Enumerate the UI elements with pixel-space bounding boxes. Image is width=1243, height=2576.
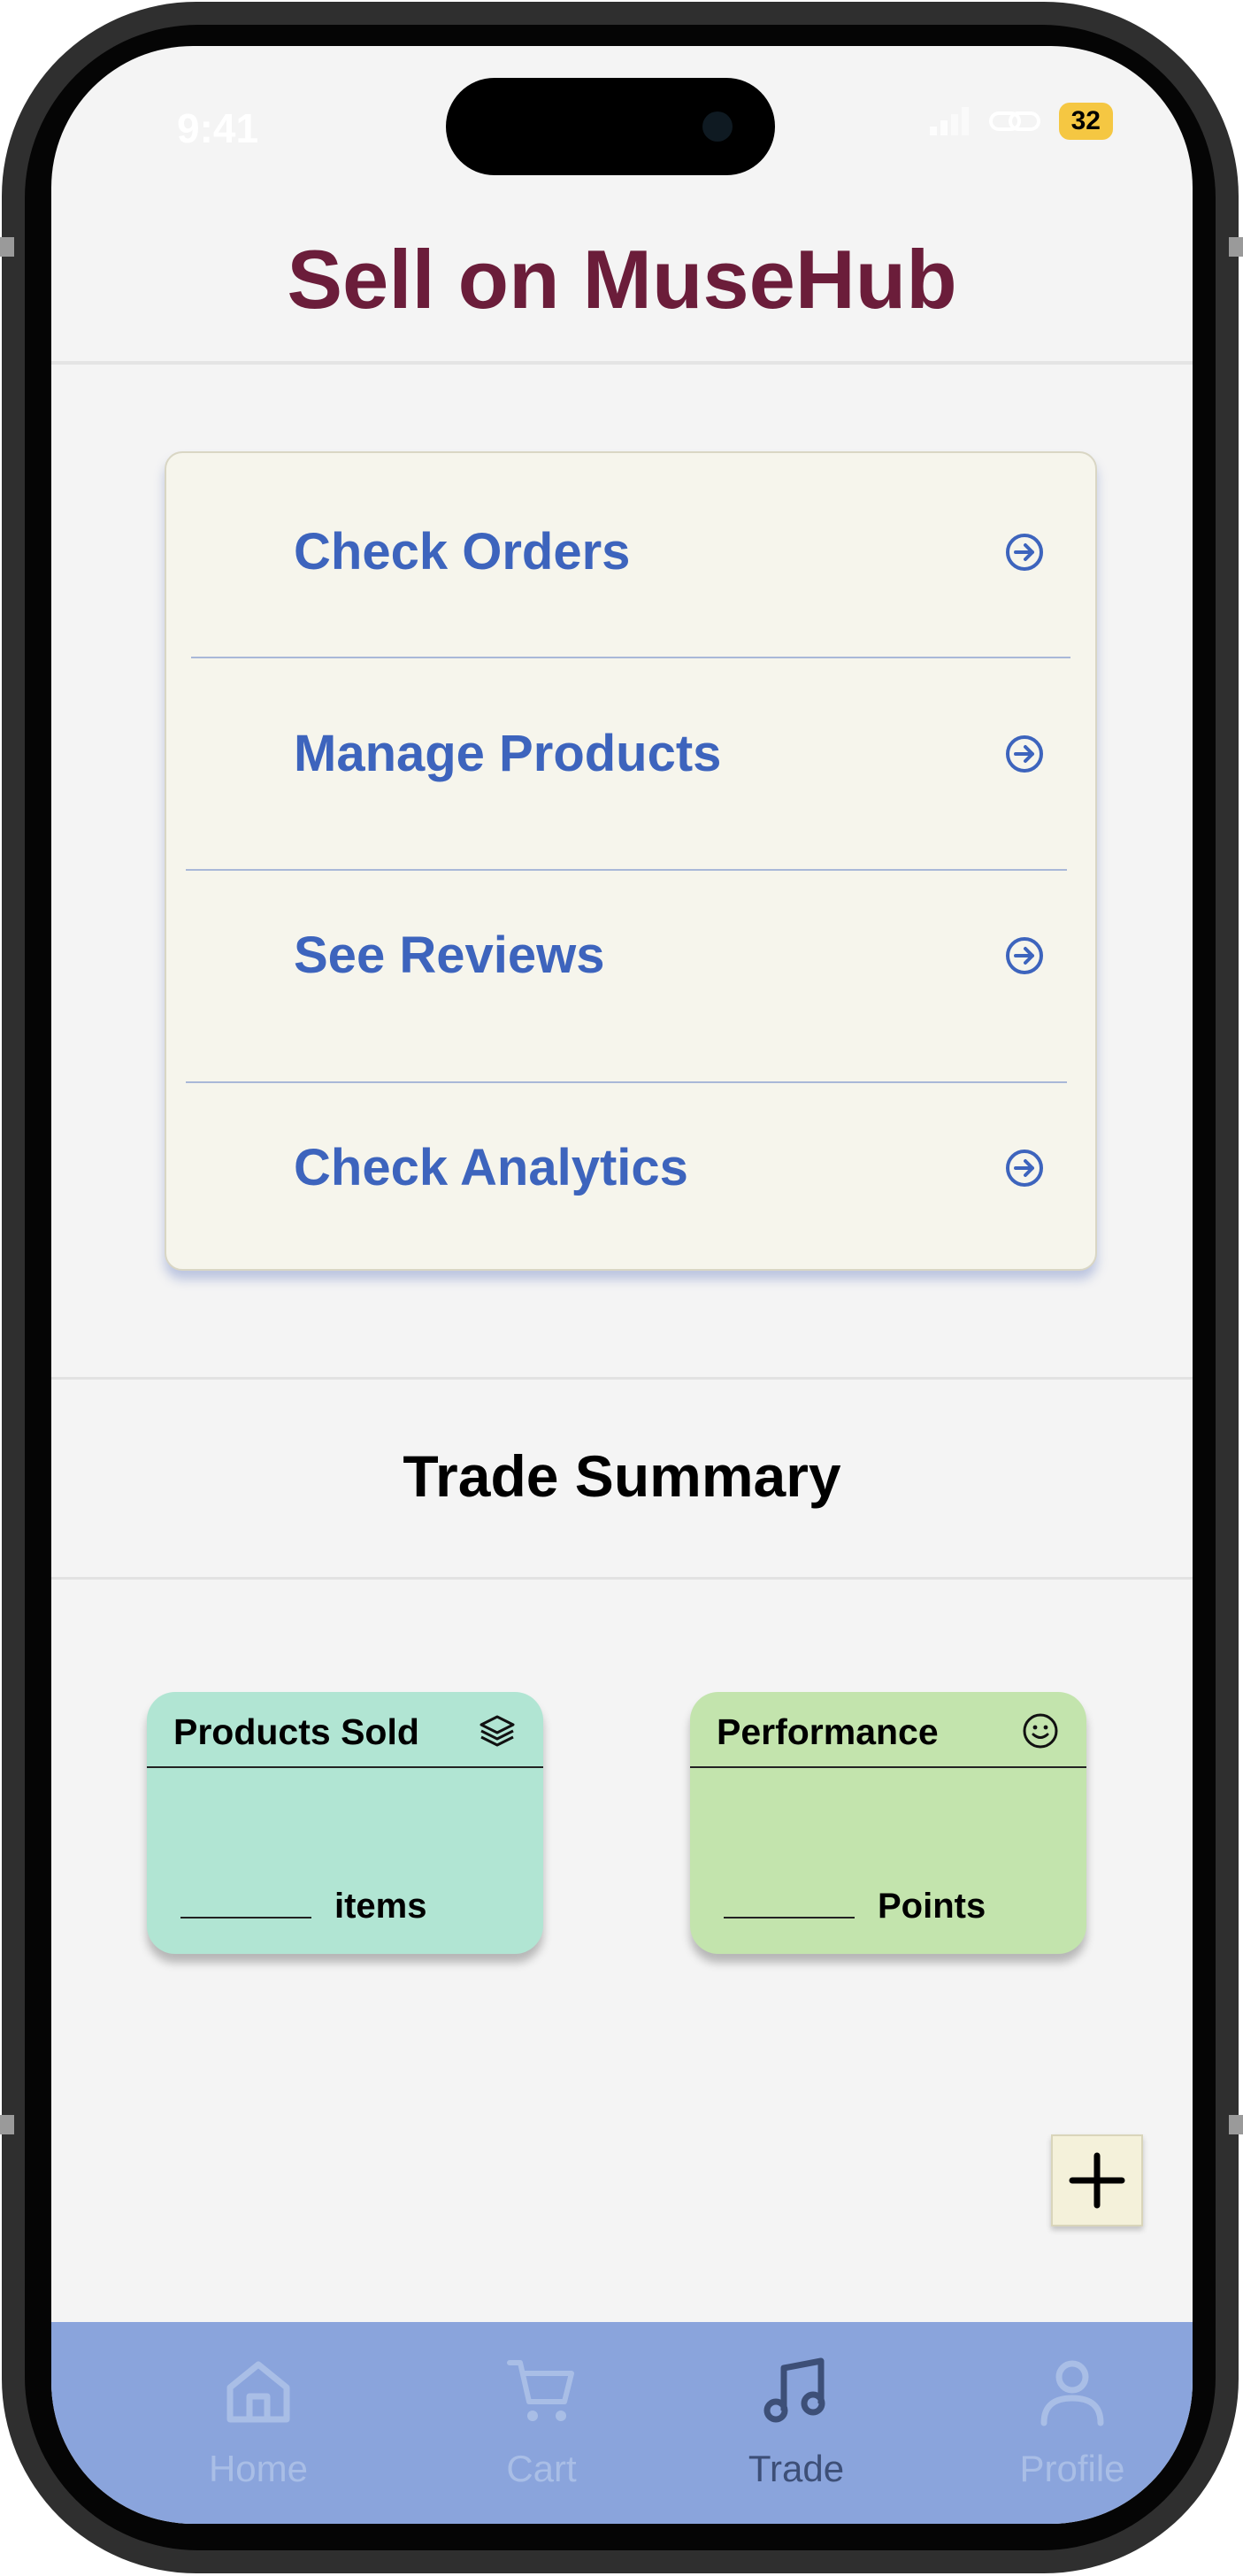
tab-label: Home [208, 2448, 309, 2489]
smile-icon [1023, 1713, 1058, 1749]
arrow-circle-right-icon [1006, 534, 1043, 571]
app-screen: 9:41 32 Sell on MuseHub Check Orders Man… [51, 46, 1193, 2524]
menu-item-check-orders[interactable]: Check Orders [166, 453, 1095, 657]
page-title: Sell on MuseHub [287, 233, 957, 326]
home-icon [226, 2361, 290, 2423]
side-button [0, 2115, 14, 2134]
header-divider [51, 361, 1193, 365]
menu-item-label: See Reviews [294, 927, 605, 984]
card-unit: items [334, 1887, 427, 1926]
card-divider [147, 1766, 543, 1768]
products-sold-card[interactable]: Products Sold items [147, 1692, 543, 1954]
tab-label: Profile [1019, 2448, 1125, 2489]
tab-label: Cart [506, 2448, 577, 2489]
arrow-circle-right-icon [1006, 1150, 1043, 1187]
camera-icon [702, 111, 733, 142]
tab-trade[interactable]: Trade [681, 2322, 911, 2524]
battery-badge: 32 [1058, 103, 1113, 140]
tab-cart[interactable]: Cart [426, 2322, 656, 2524]
seller-menu-card: Check Orders Manage Products See Reviews… [165, 451, 1097, 1271]
status-icons: 32 [929, 103, 1113, 140]
bottom-tab-bar: Home Cart Trade Profile [51, 2322, 1193, 2524]
add-button[interactable] [1051, 2134, 1143, 2226]
arrow-circle-right-icon [1006, 937, 1043, 974]
profile-icon [1040, 2360, 1104, 2426]
card-title: Performance [717, 1711, 939, 1752]
side-button [0, 237, 14, 257]
cart-icon [507, 2360, 574, 2421]
section-divider [51, 1377, 1193, 1380]
value-blank [180, 1917, 311, 1919]
dynamic-island [446, 78, 775, 175]
card-title: Products Sold [173, 1711, 419, 1752]
status-time: 9:41 [177, 105, 259, 151]
side-button [1229, 237, 1243, 257]
layers-icon [480, 1715, 515, 1747]
music-note-icon [763, 2357, 825, 2423]
signal-icon [929, 107, 969, 135]
card-divider [690, 1766, 1086, 1768]
tab-home[interactable]: Home [143, 2322, 373, 2524]
menu-item-label: Check Orders [294, 523, 631, 581]
section-divider [51, 1577, 1193, 1580]
link-icon [988, 111, 1040, 131]
menu-item-see-reviews[interactable]: See Reviews [166, 857, 1095, 1060]
menu-item-check-analytics[interactable]: Check Analytics [166, 1069, 1095, 1273]
section-title: Trade Summary [403, 1443, 841, 1509]
arrow-circle-right-icon [1006, 735, 1043, 773]
performance-card[interactable]: Performance Points [690, 1692, 1086, 1954]
menu-item-label: Manage Products [294, 725, 722, 782]
card-unit: Points [878, 1887, 986, 1926]
menu-item-manage-products[interactable]: Manage Products [166, 655, 1095, 858]
tab-profile[interactable]: Profile [957, 2322, 1187, 2524]
value-blank [724, 1917, 855, 1919]
tab-label: Trade [748, 2448, 845, 2489]
plus-icon [1069, 2152, 1125, 2209]
side-button [1229, 2115, 1243, 2134]
menu-item-label: Check Analytics [294, 1139, 688, 1196]
